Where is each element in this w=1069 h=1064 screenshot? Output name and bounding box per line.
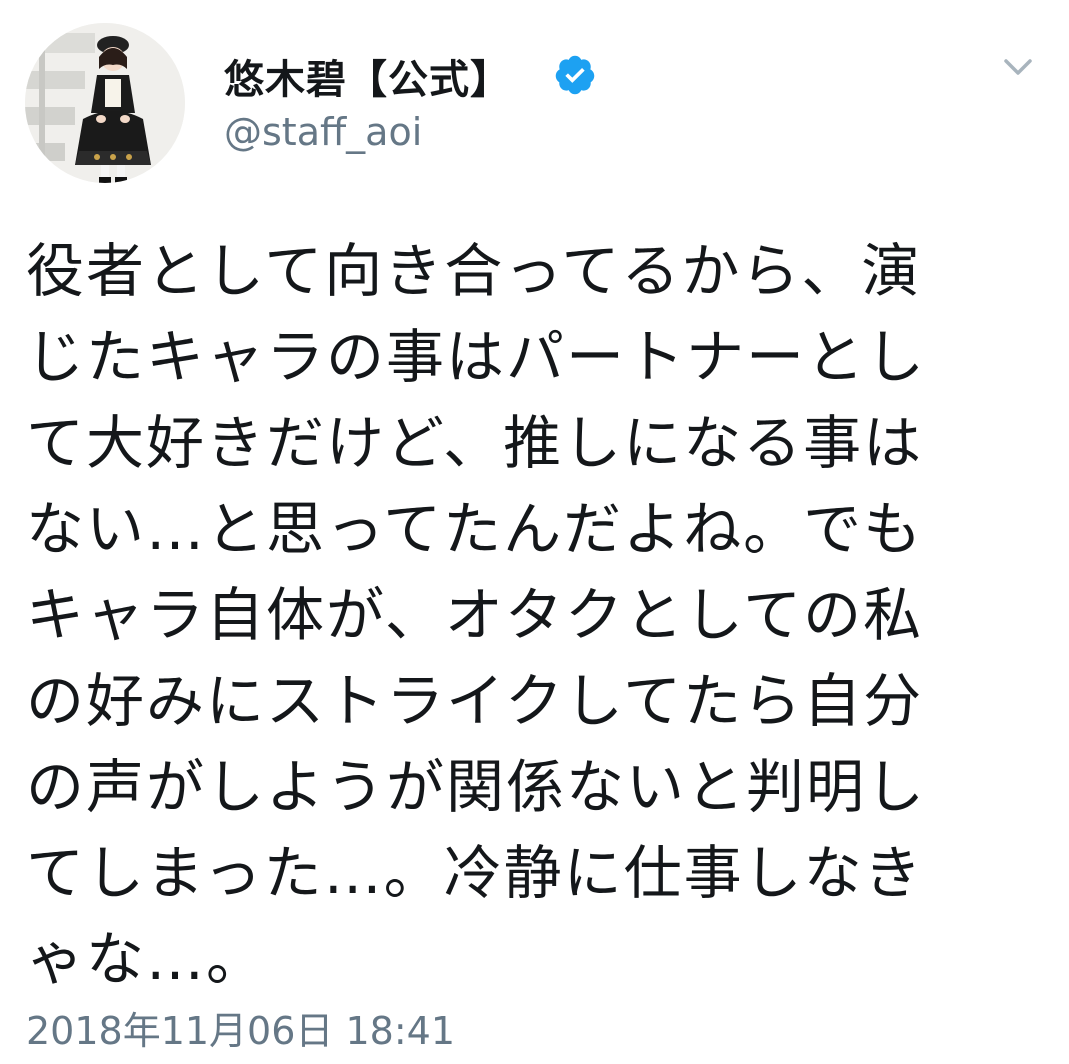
tweet-timestamp[interactable]: 2018年11月06日 18:41	[26, 1000, 455, 1055]
tweet-text: 役者として向き合ってるから、演 じたキャラの事はパートナーとし て大好きだけど、…	[26, 228, 1046, 1002]
verified-badge-icon	[555, 55, 595, 95]
tweet-text-line: じたキャラの事はパートナーとし	[26, 323, 927, 391]
avatar-photo	[25, 23, 185, 183]
tweet-text-line: の好みにストライクしてたら自分	[26, 667, 924, 735]
tweet-text-line: ない…と思ってたんだよね。でも	[26, 495, 924, 563]
author-handle[interactable]: @staff_aoi	[224, 110, 422, 154]
tweet-text-line: ゃな…。	[26, 925, 267, 993]
author-avatar[interactable]	[25, 23, 185, 183]
tweet-text-line: 役者として向き合ってるから、演	[26, 237, 922, 305]
tweet-text-line: キャラ自体が、オタクとしての私	[26, 581, 924, 649]
tweet-text-line: てしまった…。冷静に仕事しなき	[26, 839, 924, 907]
chevron-down-icon[interactable]	[998, 50, 1038, 84]
tweet-text-line: て大好きだけど、推しになる事は	[26, 409, 924, 477]
author-display-name[interactable]: 悠木碧【公式】	[224, 48, 511, 104]
tweet-text-line: の声がしようが関係ないと判明し	[26, 753, 927, 821]
